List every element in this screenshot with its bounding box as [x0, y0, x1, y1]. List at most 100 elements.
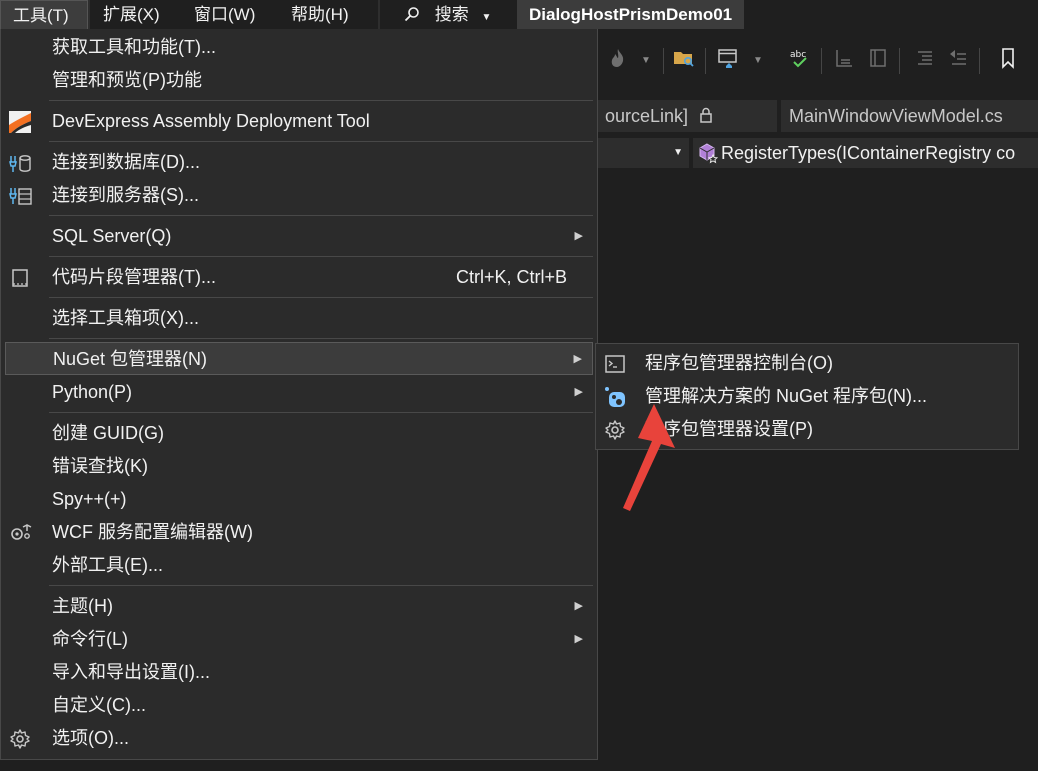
submenu-arrow-icon: ▶ — [574, 600, 583, 612]
home-window-icon[interactable] — [713, 46, 743, 76]
svg-text:abc: abc — [790, 50, 806, 60]
submenu-item-label: 管理解决方案的 NuGet 程序包(N)... — [645, 386, 928, 406]
toolbar-divider — [979, 48, 980, 74]
submenu-item-package-console[interactable]: 程序包管理器控制台(O) — [600, 347, 1014, 380]
search-label: 搜索 — [434, 5, 469, 24]
navigation-bar: ▼ RegisterTypes(IContainerRegistry co — [597, 138, 1038, 168]
menu-separator — [49, 338, 593, 339]
menu-divider — [88, 0, 90, 29]
member-label: RegisterTypes(IContainerRegistry co — [721, 143, 1016, 163]
menu-item-python[interactable]: Python(P) ▶ — [5, 376, 593, 409]
menu-item-customize[interactable]: 自定义(C)... — [5, 689, 593, 722]
menu-item-spy[interactable]: Spy++(+) — [5, 483, 593, 516]
menu-item-snippets-manager[interactable]: 代码片段管理器(T)... Ctrl+K, Ctrl+B — [5, 261, 593, 294]
lock-icon — [699, 106, 713, 126]
menu-item-label: 导入和导出设置(I)... — [52, 662, 210, 682]
menu-separator — [49, 297, 593, 298]
menu-item-label: DevExpress Assembly Deployment Tool — [52, 111, 370, 131]
solution-title: DialogHostPrismDemo01 — [517, 0, 745, 29]
tab-sourcelink[interactable]: ourceLink] — [597, 100, 777, 132]
menu-divider — [378, 0, 380, 29]
menu-extensions[interactable]: 扩展(X) — [91, 0, 172, 29]
menu-item-import-export[interactable]: 导入和导出设置(I)... — [5, 656, 593, 689]
submenu-arrow-icon: ▶ — [573, 353, 582, 365]
indent-icon[interactable] — [863, 46, 893, 76]
menu-item-label: NuGet 包管理器(N) — [53, 349, 208, 369]
menu-item-error-lookup[interactable]: 错误查找(K) — [5, 450, 593, 483]
menu-window[interactable]: 窗口(W) — [182, 0, 267, 29]
chevron-down-icon: ▼ — [481, 12, 492, 23]
toolbar-divider — [821, 48, 822, 74]
menu-item-label: 选择工具箱项(X)... — [52, 308, 199, 328]
menu-separator — [49, 412, 593, 413]
menu-item-theme[interactable]: 主题(H) ▶ — [5, 590, 593, 623]
spellcheck-icon[interactable]: abc — [785, 46, 815, 76]
menu-item-options[interactable]: 选项(O)... — [5, 722, 593, 755]
type-dropdown[interactable]: ▼ — [597, 138, 689, 168]
menu-item-devexpress[interactable]: DevExpress Assembly Deployment Tool — [5, 105, 593, 138]
submenu-item-label: 程序包管理器控制台(O) — [645, 353, 833, 373]
annotation-arrow-icon — [620, 400, 680, 515]
menu-item-nuget[interactable]: NuGet 包管理器(N) ▶ — [5, 342, 593, 375]
submenu-arrow-icon: ▶ — [574, 230, 583, 242]
menu-separator — [49, 100, 593, 101]
menu-item-label: SQL Server(Q) — [52, 226, 172, 246]
tab-label: ourceLink] — [605, 106, 689, 126]
menu-item-label: Spy++(+) — [52, 489, 127, 509]
menu-help[interactable]: 帮助(H) — [279, 0, 361, 29]
menu-item-connect-server[interactable]: 连接到服务器(S)... — [5, 179, 593, 212]
menu-item-wcf-editor[interactable]: WCF 服务配置编辑器(W) — [5, 516, 593, 549]
menu-separator — [49, 141, 593, 142]
toolbar-divider — [663, 48, 664, 74]
method-cube-icon — [697, 142, 719, 168]
hot-reload-icon[interactable] — [603, 46, 633, 76]
tools-menu-dropdown: 获取工具和功能(T)... 管理和预览(P)功能 DevExpress Asse… — [0, 29, 598, 760]
chevron-down-icon[interactable]: ▼ — [631, 46, 661, 76]
menu-item-external-tools[interactable]: 外部工具(E)... — [5, 549, 593, 582]
menu-separator — [49, 256, 593, 257]
tab-mainwindowviewmodel[interactable]: MainWindowViewModel.cs — [781, 100, 1038, 132]
menu-item-create-guid[interactable]: 创建 GUID(G) — [5, 417, 593, 450]
comment-icon[interactable] — [909, 46, 939, 76]
member-dropdown[interactable]: RegisterTypes(IContainerRegistry co — [693, 138, 1038, 168]
menu-item-label: 主题(H) — [52, 596, 113, 616]
menu-item-sql-server[interactable]: SQL Server(Q) ▶ — [5, 220, 593, 253]
menu-item-label: 代码片段管理器(T)... — [52, 267, 216, 287]
uncomment-icon[interactable] — [943, 46, 973, 76]
menu-tools[interactable]: 工具(T) — [0, 0, 88, 29]
menu-item-manage-preview[interactable]: 管理和预览(P)功能 — [5, 64, 593, 97]
menu-item-connect-database[interactable]: 连接到数据库(D)... — [5, 146, 593, 179]
bookmark-icon[interactable] — [993, 46, 1023, 76]
menu-item-label: 获取工具和功能(T)... — [52, 37, 216, 57]
menu-item-label: 错误查找(K) — [52, 456, 148, 476]
chevron-down-icon[interactable]: ▼ — [743, 46, 773, 76]
server-connect-icon — [9, 185, 32, 207]
menu-separator — [49, 215, 593, 216]
gear-icon — [9, 728, 31, 750]
document-tabs: ourceLink] MainWindowViewModel.cs — [597, 100, 1038, 132]
editor-toolbar: ▼ ▼ abc — [597, 38, 1038, 84]
toolbar-divider — [899, 48, 900, 74]
console-icon — [604, 353, 626, 375]
menu-separator — [49, 585, 593, 586]
outdent-icon[interactable] — [829, 46, 859, 76]
menu-item-label: WCF 服务配置编辑器(W) — [52, 522, 253, 542]
menu-item-choose-toolbox[interactable]: 选择工具箱项(X)... — [5, 302, 593, 335]
menu-item-label: 管理和预览(P)功能 — [52, 70, 202, 90]
menu-bar: 工具(T) 扩展(X) 窗口(W) 帮助(H) 搜索 ▼ DialogHostP… — [0, 0, 1038, 29]
menu-item-label: 连接到数据库(D)... — [52, 152, 200, 172]
open-folder-icon[interactable] — [669, 46, 699, 76]
database-connect-icon — [9, 152, 31, 174]
menu-item-command-line[interactable]: 命令行(L) ▶ — [5, 623, 593, 656]
menu-item-get-tools[interactable]: 获取工具和功能(T)... — [5, 31, 593, 64]
menu-item-shortcut: Ctrl+K, Ctrl+B — [455, 267, 567, 287]
search-box[interactable]: 搜索 ▼ — [392, 0, 503, 29]
toolbar-divider — [705, 48, 706, 74]
menu-item-label: 外部工具(E)... — [52, 555, 163, 575]
submenu-arrow-icon: ▶ — [574, 386, 583, 398]
menu-item-label: 自定义(C)... — [52, 695, 146, 715]
menu-item-label: Python(P) — [52, 382, 133, 402]
chevron-down-icon: ▼ — [673, 147, 683, 158]
menu-item-label: 连接到服务器(S)... — [52, 185, 199, 205]
menu-item-label: 选项(O)... — [52, 728, 129, 748]
